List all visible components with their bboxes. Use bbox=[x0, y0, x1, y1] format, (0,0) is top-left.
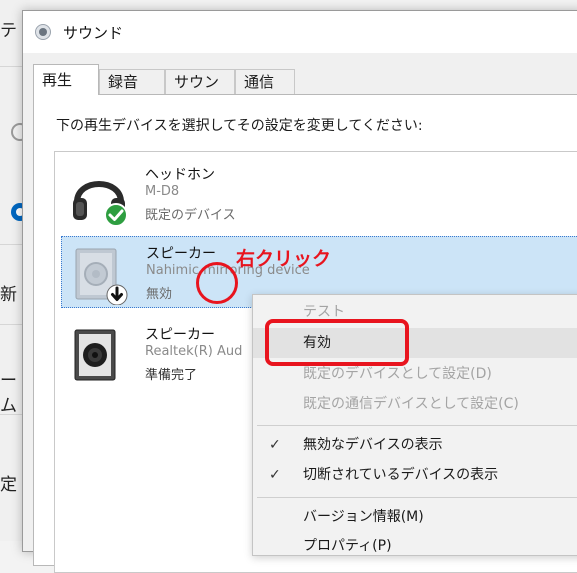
tab-sounds[interactable]: サウンド bbox=[165, 69, 235, 116]
check-icon: ✓ bbox=[269, 467, 281, 483]
headphones-icon bbox=[73, 181, 128, 226]
background-text-fragment: 新 bbox=[0, 285, 17, 305]
speaker-app-icon bbox=[35, 24, 51, 40]
menu-item-label: バージョン情報(M) bbox=[303, 509, 424, 525]
device-item-headphones[interactable]: ヘッドホン M-D8 既定のデバイス bbox=[61, 158, 577, 230]
menu-item-version-info[interactable]: バージョン情報(M) bbox=[253, 502, 577, 532]
menu-item-label: 無効なデバイスの表示 bbox=[303, 437, 443, 453]
device-name: ヘッドホン bbox=[145, 167, 215, 183]
title-bar[interactable]: サウンド bbox=[23, 11, 577, 53]
menu-item-show-disconnected-devices[interactable]: ✓ 切断されているデバイスの表示 bbox=[253, 460, 577, 490]
speaker-icon bbox=[74, 329, 116, 381]
menu-item-label: 切断されているデバイスの表示 bbox=[303, 467, 499, 483]
menu-item-label: 既定の通信デバイスとして設定(C) bbox=[303, 396, 519, 412]
menu-item-show-disabled-devices[interactable]: ✓ 無効なデバイスの表示 bbox=[253, 430, 577, 460]
instruction-text: 下の再生デバイスを選択してその設定を変更してください: bbox=[56, 118, 423, 134]
speaker-icon bbox=[75, 248, 128, 305]
device-status: 既定のデバイス bbox=[145, 208, 236, 223]
device-description: M-D8 bbox=[145, 184, 180, 199]
background-title-fragment: テ bbox=[0, 21, 17, 41]
dialog-title: サウンド bbox=[63, 24, 124, 42]
menu-item-properties[interactable]: プロパティ(P) bbox=[253, 531, 577, 561]
device-status: 無効 bbox=[146, 287, 173, 302]
check-icon: ✓ bbox=[269, 437, 281, 453]
menu-separator bbox=[257, 425, 577, 426]
tab-recording[interactable]: 録音 bbox=[99, 69, 165, 94]
right-click-annotation: 右クリック bbox=[236, 248, 332, 270]
device-name: スピーカー bbox=[145, 327, 215, 343]
green-check-badge bbox=[104, 203, 128, 226]
background-text-fragment: 定 bbox=[0, 475, 17, 495]
device-name: スピーカー bbox=[146, 246, 216, 262]
tab-communications[interactable]: 通信 bbox=[235, 69, 295, 94]
right-click-marker-circle bbox=[196, 262, 238, 304]
device-description: Realtek(R) Aud bbox=[145, 344, 243, 359]
tab-playback[interactable]: 再生 bbox=[33, 64, 99, 95]
device-status: 準備完了 bbox=[145, 368, 198, 383]
menu-separator bbox=[257, 497, 577, 498]
menu-item-set-default-communication[interactable]: 既定の通信デバイスとして設定(C) bbox=[253, 389, 577, 419]
enable-highlight-box bbox=[265, 319, 409, 366]
menu-item-label: プロパティ(P) bbox=[303, 538, 392, 554]
